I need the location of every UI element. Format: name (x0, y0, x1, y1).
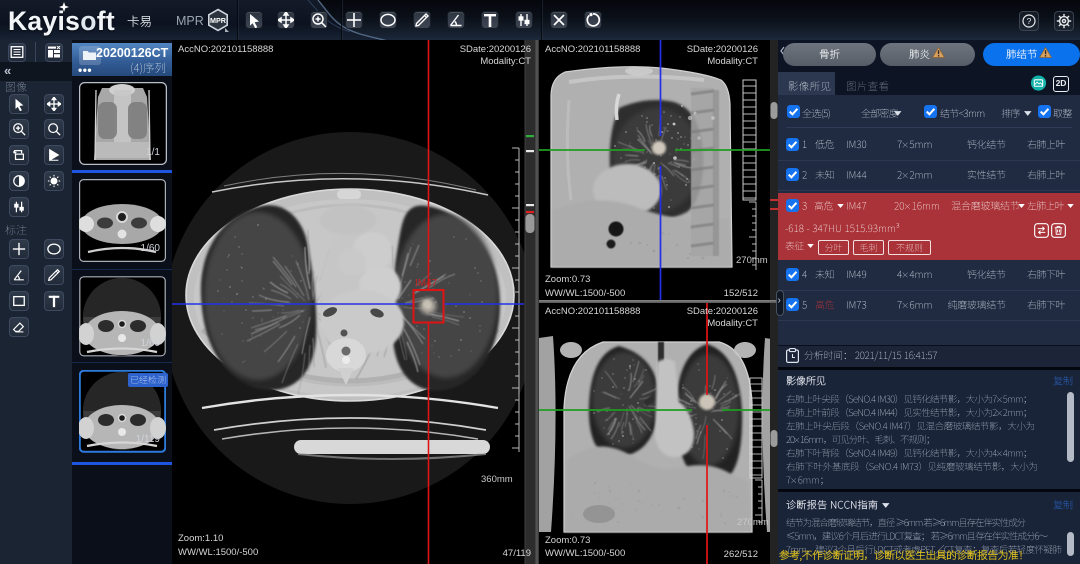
svg-text:?: ? (1027, 16, 1032, 26)
svg-text:MPR: MPR (210, 16, 227, 25)
